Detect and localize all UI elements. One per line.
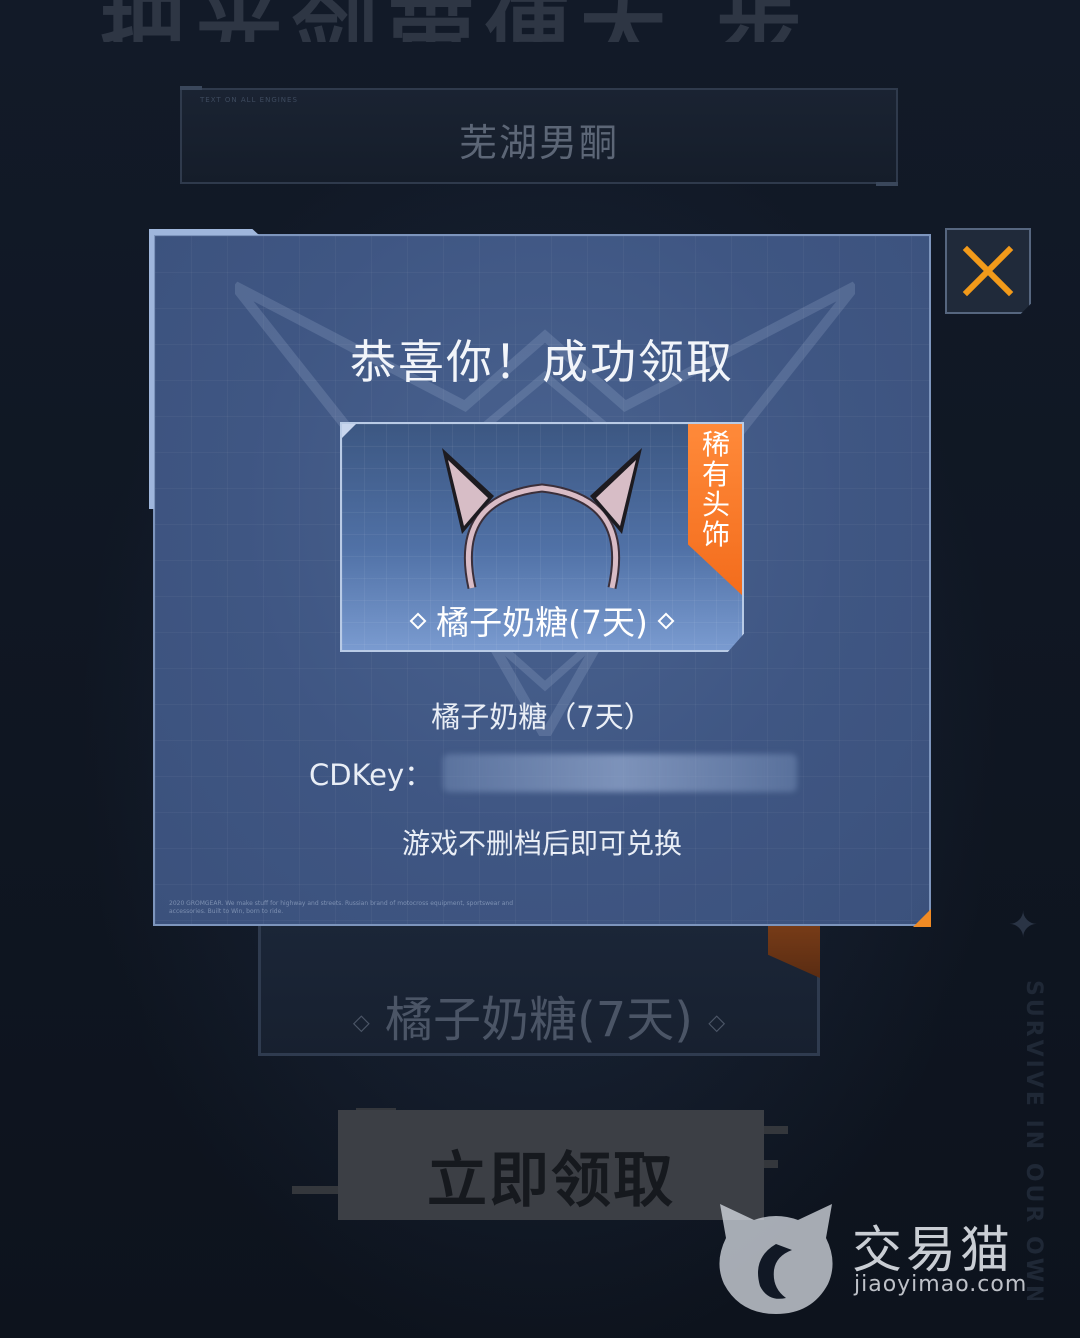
- reward-card-label: 橘子奶糖(7天): [342, 596, 742, 644]
- background-claim-button-label: 立即领取: [427, 1146, 675, 1216]
- reward-card: 稀有头饰 橘子奶糖(7天): [340, 422, 744, 652]
- reward-dialog: 恭喜你！成功领取 稀有头饰 橘子奶糖(7天) 橘子奶糖（7天） CDKey： 游…: [153, 234, 931, 926]
- cdkey-value[interactable]: [443, 754, 798, 792]
- background-heading: 把光剑带便大 步: [100, 0, 1000, 42]
- background-claim-button: 立即领取: [338, 1110, 764, 1220]
- background-corner-mark: [876, 182, 898, 186]
- fine-print: 2020 GROMGEAR. We make stuff for highway…: [169, 900, 514, 915]
- background-player-name: 芜湖男酮: [458, 121, 619, 165]
- background-player-name-box: TEXT ON ALL ENGINES 芜湖男酮: [180, 88, 898, 184]
- diamond-icon: [409, 612, 427, 629]
- dialog-title: 恭喜你！成功领取: [350, 335, 734, 389]
- diamond-icon: [657, 612, 675, 629]
- close-button[interactable]: [945, 228, 1031, 314]
- reward-item-name: 橘子奶糖（7天）: [431, 700, 653, 734]
- background-button-stripe: [764, 1160, 778, 1168]
- background-item-label: ◇ 橘子奶糖(7天) ◇: [352, 992, 726, 1048]
- cat-ear-headband-icon: [442, 448, 642, 589]
- rarity-badge: 稀有头饰: [701, 428, 730, 551]
- background-sparkle-icon: ✦: [1008, 905, 1039, 946]
- dialog-accent-left: [149, 229, 154, 509]
- card-corner-mark: [342, 424, 356, 438]
- redeem-hint: 游戏不删档后即可兑换: [401, 827, 682, 860]
- watermark: 交易猫 jiaoyimao.com: [712, 1198, 1052, 1318]
- background-name-box-tag: TEXT ON ALL ENGINES: [200, 96, 298, 104]
- cdkey-row: CDKey：: [309, 750, 798, 796]
- background-button-stripe: [292, 1186, 338, 1194]
- background-button-stripe: [760, 1126, 788, 1134]
- close-icon: [962, 245, 1014, 297]
- background-corner-mark: [180, 86, 202, 90]
- background-item-card: ◇ 橘子奶糖(7天) ◇: [258, 920, 820, 1056]
- page: 把光剑带便大 步 TEXT ON ALL ENGINES 芜湖男酮 ◇ 橘子奶糖…: [0, 0, 1080, 1338]
- watermark-url: jiaoyimao.com: [854, 1272, 1028, 1297]
- dialog-accent-top: [149, 229, 259, 235]
- background-item-ribbon: [768, 920, 820, 978]
- cat-logo-icon: [719, 1204, 833, 1314]
- cdkey-label: CDKey：: [309, 758, 434, 792]
